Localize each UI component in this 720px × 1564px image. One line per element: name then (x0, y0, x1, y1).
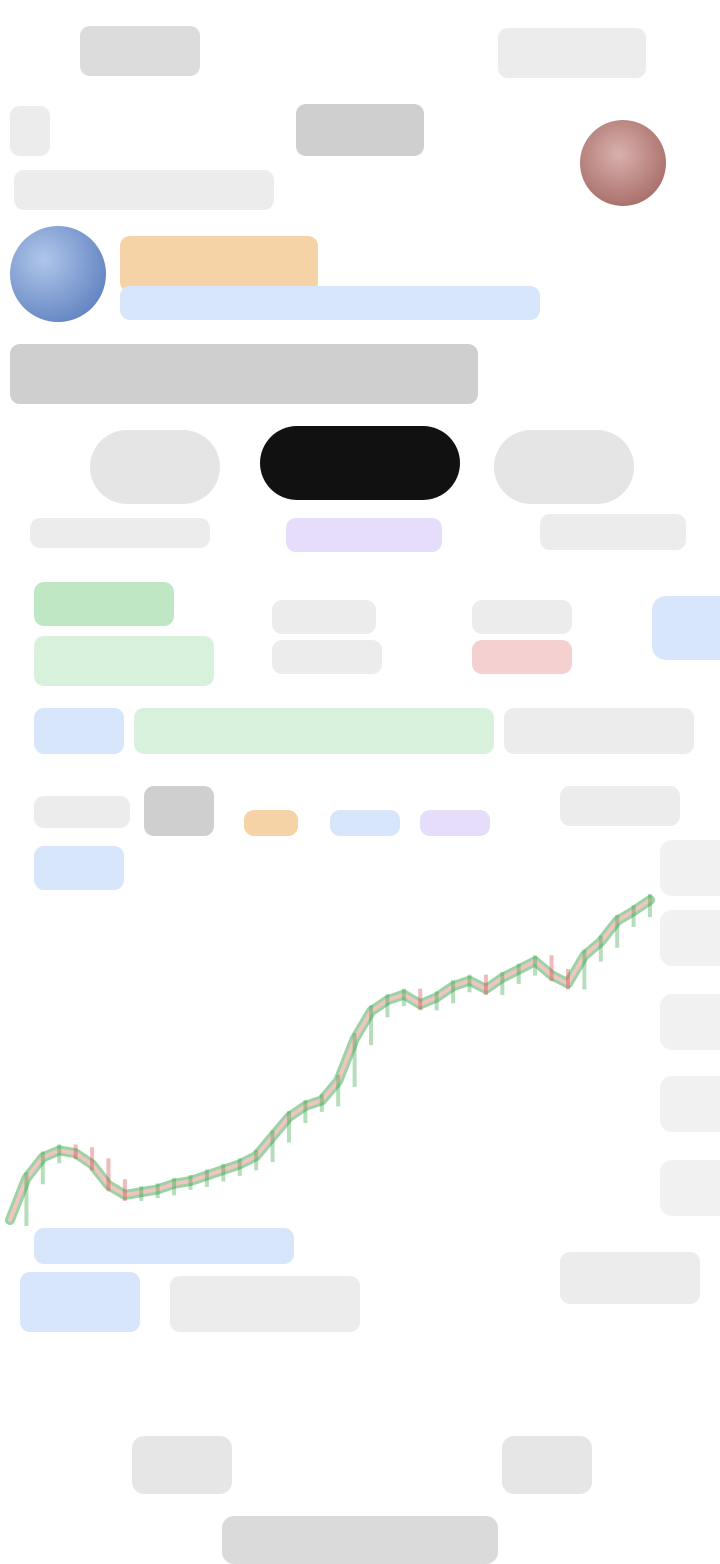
candle (434, 991, 439, 1011)
candle (188, 1175, 193, 1190)
candle (303, 1099, 308, 1124)
legend-6 (560, 786, 680, 826)
price-line-shadow (8, 898, 652, 1222)
coin-name (120, 236, 318, 292)
candle (57, 1144, 62, 1164)
indicator-toggle-2[interactable] (134, 708, 494, 754)
stat-4 (472, 640, 572, 674)
candle (139, 1186, 144, 1201)
coin-avatar-icon (10, 226, 106, 322)
profile-avatar-icon[interactable] (580, 120, 666, 206)
legend-3 (244, 810, 298, 836)
bottom-label-2 (20, 1272, 140, 1332)
candle (451, 980, 456, 1004)
price-chart[interactable] (0, 880, 720, 1240)
home-indicator[interactable] (222, 1516, 498, 1564)
label-right (540, 514, 686, 550)
label-center (286, 518, 442, 552)
candle (40, 1151, 45, 1185)
bottom-label-4 (560, 1252, 700, 1304)
stat-1 (272, 600, 376, 634)
indicator-toggle-1[interactable] (34, 708, 124, 754)
candle (155, 1183, 160, 1199)
candle (73, 1144, 78, 1160)
bottom-label-3 (170, 1276, 360, 1332)
status-icons (498, 28, 646, 78)
price-line (5, 895, 655, 1225)
candle (172, 1177, 177, 1196)
candle (319, 1094, 324, 1112)
candle (122, 1179, 127, 1201)
candle (483, 974, 488, 996)
candle (204, 1169, 209, 1188)
bottom-nav-right[interactable] (502, 1436, 592, 1494)
candle (237, 1158, 242, 1176)
tab-1[interactable] (90, 430, 220, 504)
coin-meta-line (120, 286, 540, 320)
candle (418, 988, 423, 1011)
legend-5 (420, 810, 490, 836)
candle (336, 1074, 341, 1107)
legend-1 (34, 796, 130, 828)
candle (500, 971, 505, 996)
candle (533, 955, 538, 976)
subtitle-line (14, 170, 274, 210)
legend-2 (144, 786, 214, 836)
candle (286, 1111, 291, 1143)
candle (582, 949, 587, 990)
candle (631, 905, 636, 927)
bottom-label-1 (34, 1228, 294, 1264)
candle (467, 974, 472, 993)
header-title (296, 104, 424, 156)
candle (615, 914, 620, 948)
candle (598, 935, 603, 962)
tab-3[interactable] (494, 430, 634, 504)
price-main (34, 582, 174, 626)
headline (10, 344, 478, 404)
candle (106, 1158, 111, 1192)
indicator-toggle-3[interactable] (504, 708, 694, 754)
price-change (34, 636, 214, 686)
candle (270, 1130, 275, 1162)
stat-3 (472, 600, 572, 634)
candle (401, 988, 406, 1007)
candle (549, 955, 554, 982)
back-button[interactable] (10, 106, 50, 156)
candle (24, 1172, 29, 1226)
candle (648, 894, 652, 918)
stat-2 (272, 640, 382, 674)
candle (352, 1033, 357, 1087)
candle (565, 969, 570, 990)
candle (221, 1163, 226, 1182)
label-left (30, 518, 210, 548)
candle (369, 1005, 374, 1046)
candle (385, 994, 390, 1018)
candle (254, 1150, 259, 1171)
legend-4 (330, 810, 400, 836)
floating-action[interactable] (652, 596, 720, 660)
candle (90, 1147, 95, 1171)
status-time (80, 26, 200, 76)
candle (516, 963, 521, 984)
tab-active[interactable] (260, 426, 460, 500)
bottom-nav-left[interactable] (132, 1436, 232, 1494)
